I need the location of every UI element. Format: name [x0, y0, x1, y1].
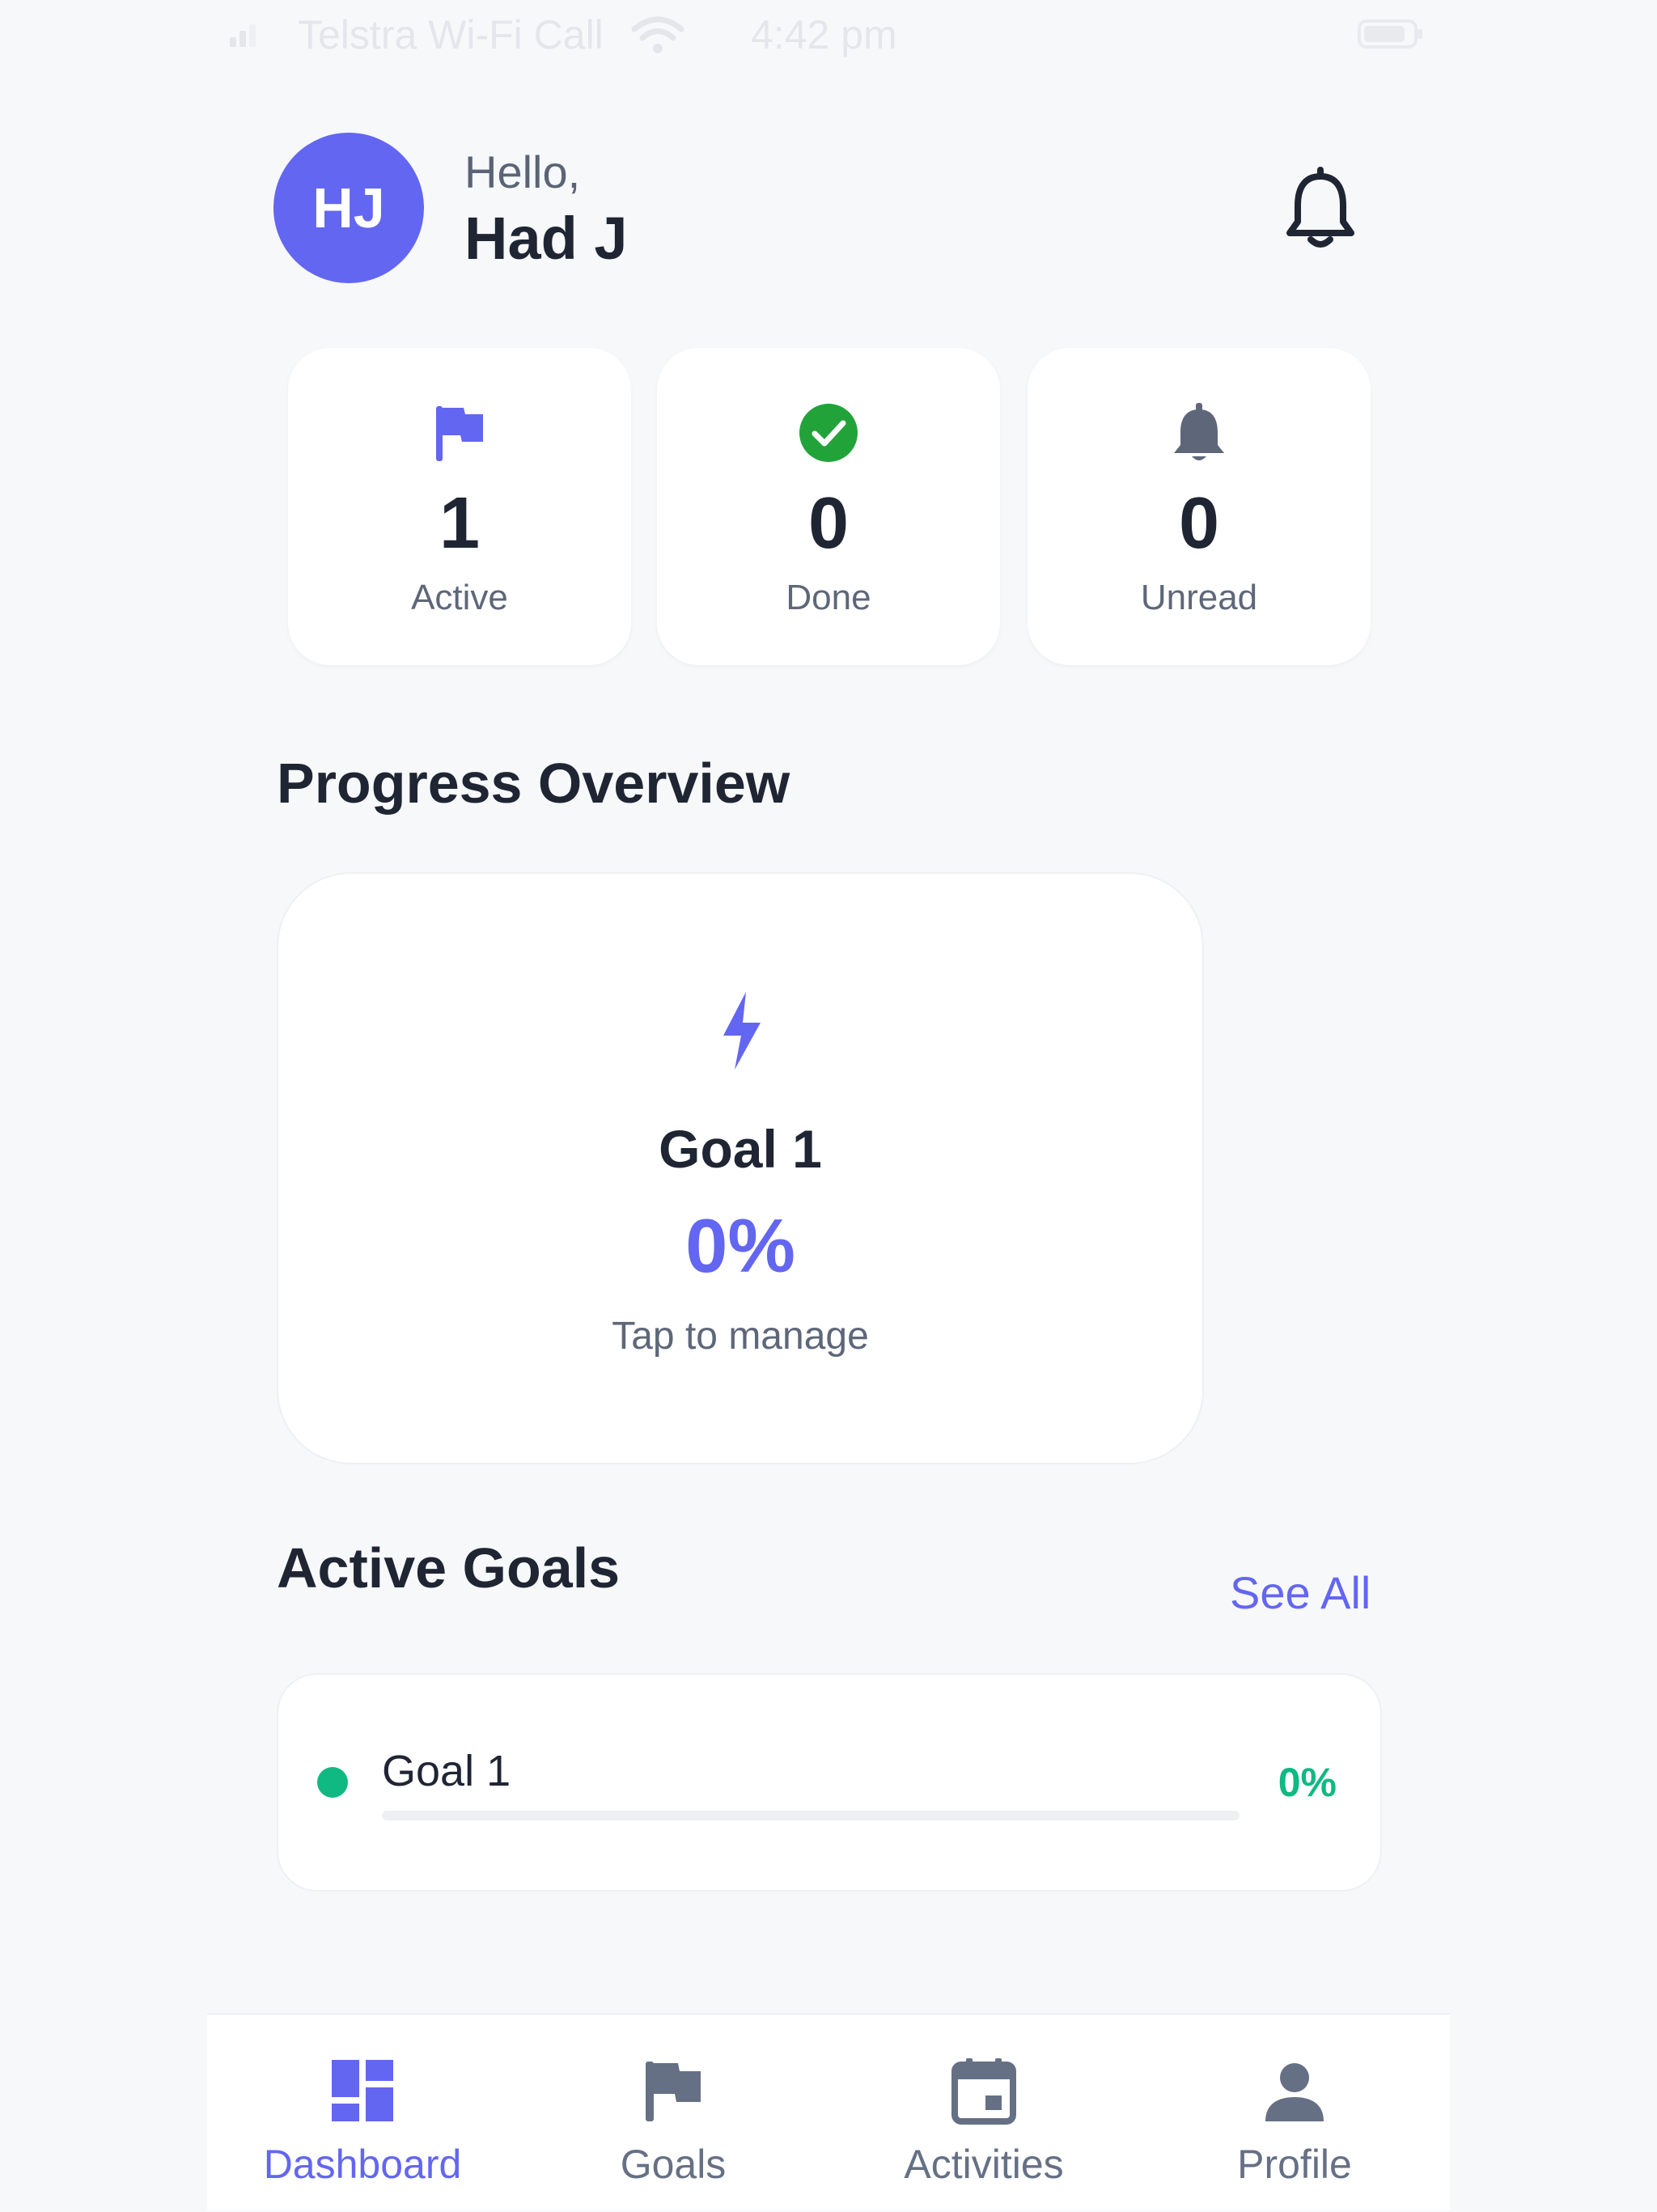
goal-percent: 0%: [685, 1203, 795, 1288]
avatar-initials: HJ: [312, 176, 385, 239]
stat-card-done[interactable]: 0 Done: [657, 348, 1000, 665]
nav-label: Activities: [904, 2142, 1064, 2187]
stat-value: 0: [1178, 483, 1220, 564]
active-goals-title: Active Goals: [277, 1536, 621, 1600]
bell-icon[interactable]: [1283, 165, 1358, 251]
nav-label: Goals: [620, 2142, 727, 2187]
dashboard-icon: [332, 2060, 393, 2121]
progress-goal-card[interactable]: Goal 1 0% Tap to manage: [277, 872, 1204, 1464]
stat-value: 1: [439, 483, 481, 564]
user-name: Had J: [464, 205, 628, 272]
calendar-icon: [951, 2058, 1016, 2125]
status-dot: [317, 1767, 348, 1798]
stat-label: Active: [411, 578, 508, 617]
stat-value: 0: [807, 483, 850, 564]
nav-label: Profile: [1237, 2142, 1352, 2187]
battery-icon: [1358, 19, 1422, 49]
check-circle-icon: [799, 404, 858, 462]
person-icon: [1265, 2063, 1324, 2121]
greeting: Hello,: [464, 146, 581, 197]
signal-icon: [230, 24, 256, 47]
bolt-icon: [723, 992, 761, 1070]
nav-activities[interactable]: Activities: [828, 2015, 1139, 2212]
bottom-nav: Dashboard Goals Activities Profile: [207, 2013, 1450, 2210]
nav-label: Dashboard: [263, 2142, 462, 2187]
goal-progress-bar: [382, 1811, 1240, 1820]
nav-dashboard[interactable]: Dashboard: [207, 2015, 518, 2212]
stat-label: Unread: [1140, 578, 1258, 617]
nav-profile[interactable]: Profile: [1139, 2015, 1450, 2212]
carrier-label: Telstra Wi-Fi Call: [298, 12, 604, 57]
status-time: 4:42 pm: [751, 12, 897, 57]
progress-overview-title: Progress Overview: [277, 752, 790, 815]
avatar[interactable]: HJ: [273, 133, 424, 283]
goal-percent: 0%: [1278, 1760, 1337, 1805]
status-bar: Telstra Wi-Fi Call 4:42 pm: [0, 0, 1657, 68]
flag-icon: [436, 406, 483, 461]
wifi-icon: [631, 16, 684, 53]
goal-list-item[interactable]: Goal 1 0%: [277, 1673, 1382, 1892]
nav-goals[interactable]: Goals: [518, 2015, 828, 2212]
goal-title: Goal 1: [659, 1119, 822, 1179]
bell-icon: [1174, 403, 1224, 460]
goal-name: Goal 1: [382, 1747, 511, 1795]
tap-to-manage-hint: Tap to manage: [612, 1315, 869, 1358]
see-all-link[interactable]: See All: [1230, 1566, 1371, 1619]
stat-card-unread[interactable]: 0 Unread: [1028, 348, 1371, 665]
flag-icon: [646, 2062, 701, 2121]
stat-card-active[interactable]: 1 Active: [288, 348, 631, 665]
stat-label: Done: [786, 578, 871, 617]
